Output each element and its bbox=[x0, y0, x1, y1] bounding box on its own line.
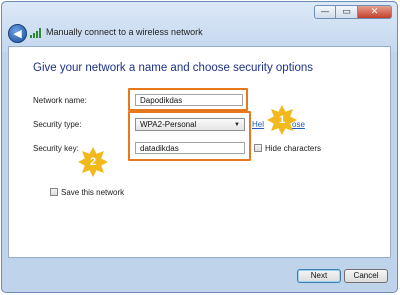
security-key-label: Security key: bbox=[33, 144, 79, 153]
step-badge-2-number: 2 bbox=[89, 156, 97, 168]
back-button[interactable]: ◀ bbox=[8, 24, 27, 43]
save-network-checkbox[interactable] bbox=[50, 188, 58, 196]
security-type-label: Security type: bbox=[33, 120, 82, 129]
step-badge-1-number: 1 bbox=[278, 114, 286, 126]
network-name-label: Network name: bbox=[33, 96, 87, 105]
wireless-signal-icon bbox=[30, 28, 41, 38]
hide-characters-checkbox[interactable] bbox=[254, 144, 262, 152]
save-network-label: Save this network bbox=[61, 188, 125, 197]
close-icon: ✕ bbox=[370, 7, 379, 17]
close-button[interactable]: ✕ bbox=[358, 5, 392, 19]
next-button[interactable]: Next bbox=[297, 269, 341, 283]
cancel-button[interactable]: Cancel bbox=[344, 269, 388, 283]
minimize-button[interactable]: — bbox=[314, 5, 336, 19]
window-title: Manually connect to a wireless network bbox=[46, 27, 203, 37]
caption-buttons: — ▭ ✕ bbox=[314, 5, 392, 19]
hide-characters-label: Hide characters bbox=[265, 144, 322, 153]
maximize-icon: ▭ bbox=[342, 7, 351, 17]
step-badge-2: 2 bbox=[77, 146, 109, 178]
network-name-highlight bbox=[128, 88, 248, 111]
help-link-start[interactable]: Hel bbox=[252, 120, 264, 129]
security-options-highlight bbox=[128, 111, 251, 161]
wizard-footer: Next Cancel bbox=[8, 258, 391, 292]
wizard-window: — ▭ ✕ ◀ Manually connect to a wireless n… bbox=[1, 1, 398, 293]
wizard-content: Give your network a name and choose secu… bbox=[8, 46, 391, 258]
page-heading: Give your network a name and choose secu… bbox=[33, 62, 313, 74]
minimize-icon: — bbox=[320, 7, 330, 17]
back-arrow-icon: ◀ bbox=[13, 27, 22, 40]
maximize-button[interactable]: ▭ bbox=[336, 5, 358, 19]
step-badge-1: 1 bbox=[266, 104, 298, 136]
